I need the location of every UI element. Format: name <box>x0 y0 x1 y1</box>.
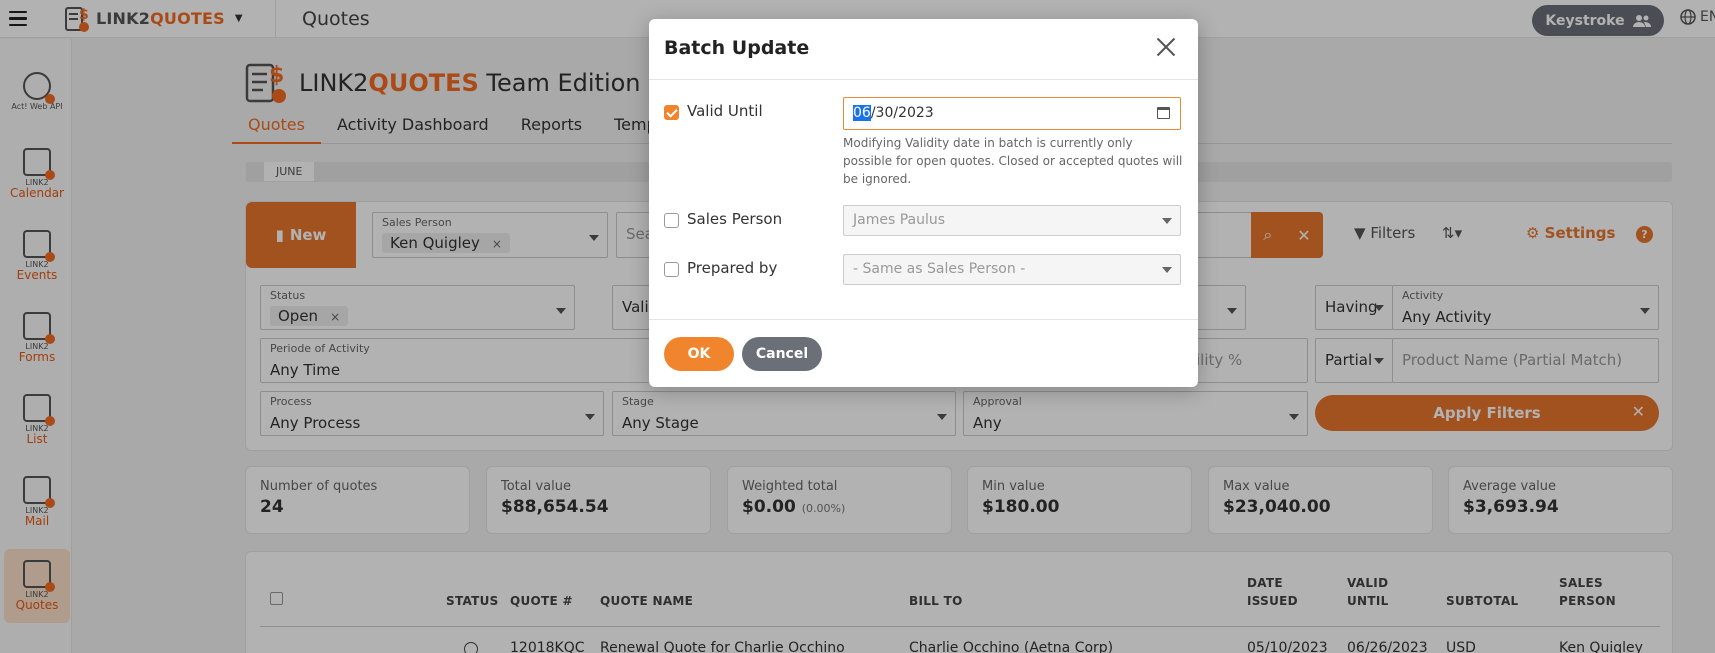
prepared-by-select[interactable]: - Same as Sales Person - <box>843 254 1181 285</box>
sales-person-select[interactable]: James Paulus <box>843 205 1181 236</box>
valid-until-label: Valid Until <box>687 102 763 120</box>
valid-until-checkbox[interactable] <box>664 105 679 120</box>
select-value: James Paulus <box>853 212 946 228</box>
date-rest: /30/2023 <box>870 105 934 121</box>
select-value: - Same as Sales Person - <box>853 261 1026 277</box>
sales-person-label: Sales Person <box>687 210 783 228</box>
validity-hint-text: Modifying Validity date in batch is curr… <box>843 136 1183 186</box>
prepared-by-checkbox[interactable] <box>664 262 679 277</box>
header-divider <box>649 79 1198 80</box>
cancel-button[interactable]: Cancel <box>742 337 822 371</box>
chevron-down-icon <box>1162 218 1172 224</box>
batch-update-dialog: Batch Update Valid Until 06/30/2023 Modi… <box>649 19 1198 387</box>
valid-until-date-input[interactable]: 06/30/2023 <box>843 97 1181 130</box>
footer-divider <box>649 319 1198 320</box>
chevron-down-icon <box>1162 267 1172 273</box>
close-icon[interactable] <box>1156 37 1176 57</box>
sales-person-checkbox[interactable] <box>664 213 679 228</box>
prepared-by-label: Prepared by <box>687 259 778 277</box>
date-selected-segment: 06 <box>853 105 871 121</box>
ok-button[interactable]: OK <box>664 337 734 371</box>
calendar-icon[interactable] <box>1157 107 1170 119</box>
dialog-title: Batch Update <box>664 37 810 59</box>
